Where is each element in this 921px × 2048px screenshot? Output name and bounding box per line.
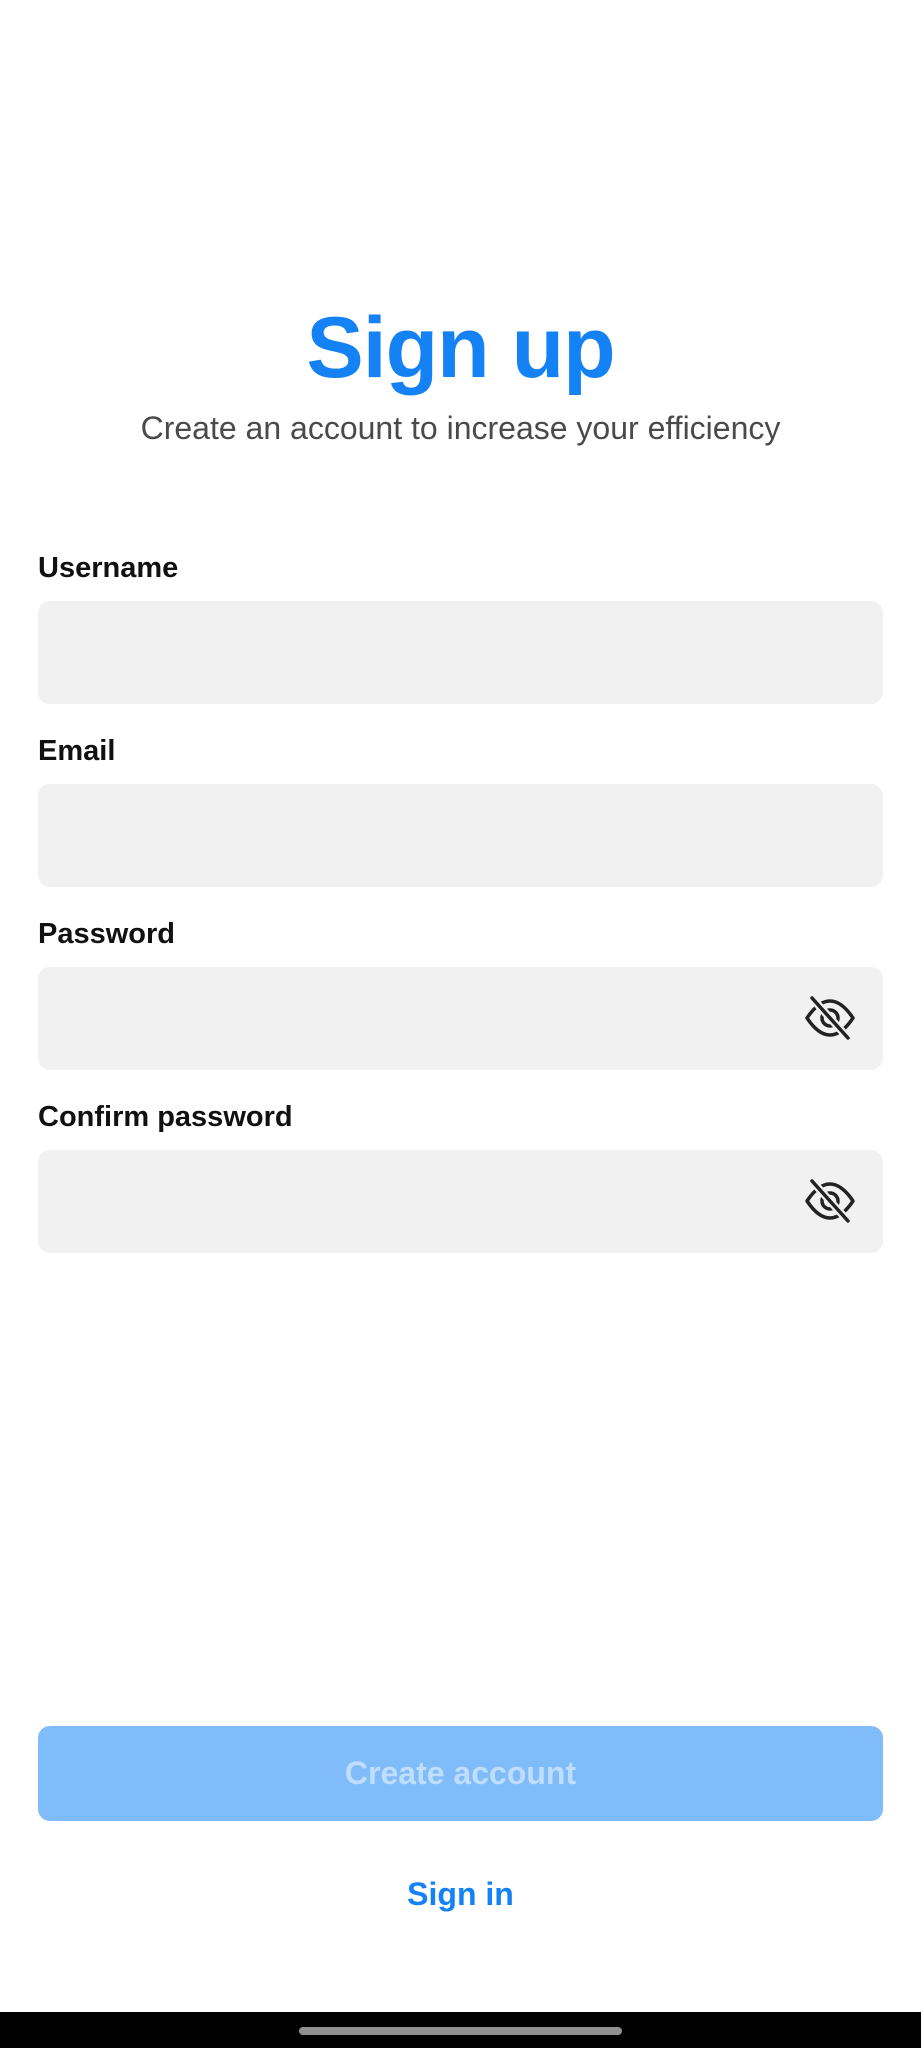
password-label: Password [38,918,175,950]
confirm-password-input[interactable] [38,1150,883,1253]
home-indicator[interactable] [299,2027,622,2035]
email-field-container [38,784,883,887]
page-title: Sign up [306,300,615,396]
password-field-container [38,967,883,1070]
username-field-container [38,601,883,704]
eye-off-icon[interactable] [803,1176,857,1226]
confirm-password-label: Confirm password [38,1101,293,1133]
page-subtitle: Create an account to increase your effic… [140,410,781,446]
sign-in-link[interactable]: Sign in [0,1872,921,1916]
eye-off-glyph [805,1177,855,1225]
confirm-password-field-container [38,1150,883,1253]
system-navigation-bar [0,2012,921,2048]
sign-up-screen: Sign up Create an account to increase yo… [0,0,921,2048]
username-input[interactable] [38,601,883,704]
eye-off-glyph [805,994,855,1042]
create-account-button[interactable]: Create account [38,1726,883,1821]
eye-off-icon[interactable] [803,993,857,1043]
email-input[interactable] [38,784,883,887]
email-label: Email [38,735,116,767]
username-label: Username [38,552,179,584]
password-input[interactable] [38,967,883,1070]
